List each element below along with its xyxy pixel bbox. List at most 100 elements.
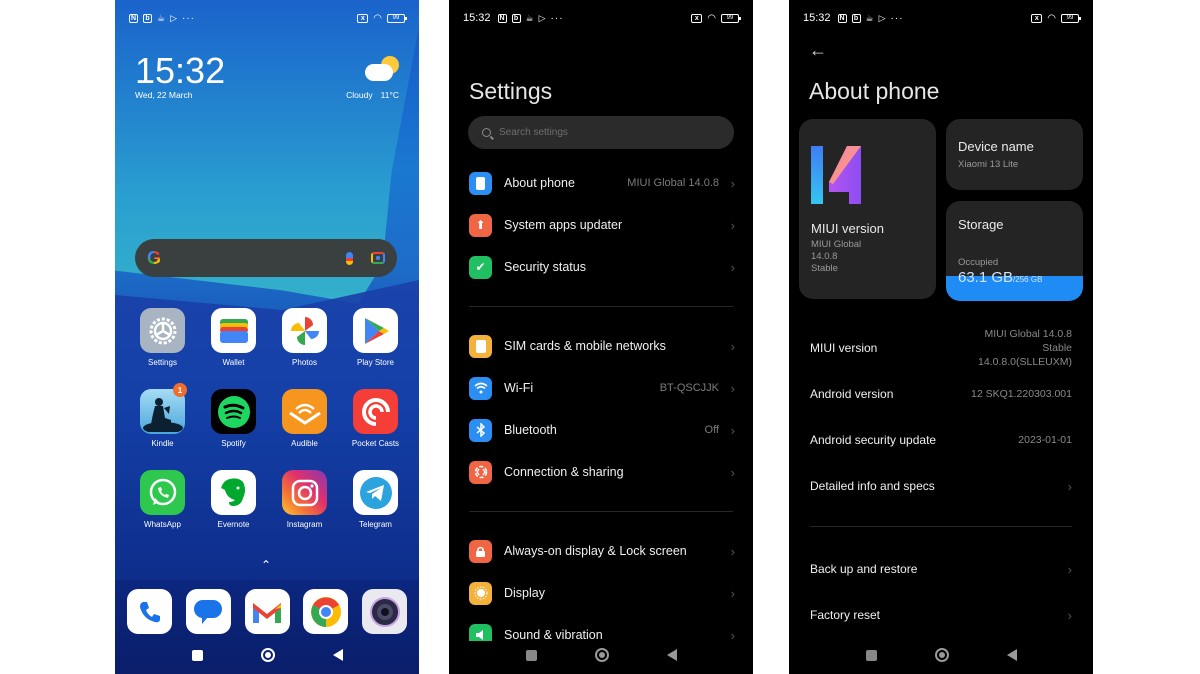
storage-card[interactable]: Storage Occupied 63.1 GB/256 GB: [946, 201, 1083, 301]
settings-item-system-apps-updater[interactable]: ⬆ System apps updater ›: [469, 210, 735, 240]
chevron-right-icon: ›: [730, 543, 735, 559]
app-spotify[interactable]: Spotify: [198, 389, 269, 448]
about-row-factory-reset[interactable]: Factory reset ›: [810, 606, 1072, 624]
battery-icon: 99: [387, 13, 407, 23]
row-label: Android version: [810, 387, 894, 401]
camera-icon[interactable]: [362, 589, 407, 634]
sim-card-icon: [469, 334, 492, 358]
audible-icon: [282, 389, 327, 434]
storage-value: 63.1 GB/256 GB: [958, 269, 1042, 286]
app-play-store[interactable]: Play Store: [340, 308, 411, 367]
about-row-miui-version[interactable]: MIUI version MIUI Global 14.0.8 Stable 1…: [810, 326, 1072, 370]
navigation-bar: [789, 646, 1093, 664]
about-row-detailed-info[interactable]: Detailed info and specs ›: [810, 477, 1072, 495]
weather-widget[interactable]: Cloudy 11°C: [346, 90, 399, 100]
messages-icon[interactable]: [185, 589, 231, 634]
settings-icon: [140, 308, 185, 353]
miui-version-number: 14.0.8: [811, 251, 838, 262]
settings-item-wifi[interactable]: Wi-Fi BT-QSCJJK ›: [469, 373, 735, 403]
app-telegram[interactable]: Telegram: [340, 470, 411, 529]
settings-item-about-phone[interactable]: About phone MIUI Global 14.0.8 ›: [469, 168, 735, 198]
miui-card-lines: MIUI Global 14.0.8 Stable: [811, 239, 861, 275]
recents-button[interactable]: [865, 649, 877, 661]
app-whatsapp[interactable]: WhatsApp: [127, 470, 198, 529]
more-notifications: ···: [182, 12, 195, 24]
settings-item-label: Always-on display & Lock screen: [504, 544, 687, 558]
about-row-security-update[interactable]: Android security update 2023-01-01: [810, 431, 1072, 449]
status-bar: 15:32 N b ☕ ▷ ··· x ◠ 99: [463, 10, 741, 26]
chrome-icon[interactable]: [303, 589, 349, 634]
about-row-backup-restore[interactable]: Back up and restore ›: [810, 560, 1072, 578]
whatsapp-icon: [140, 470, 185, 515]
device-name-card[interactable]: Device name Xiaomi 13 Lite: [946, 119, 1083, 190]
gmail-icon[interactable]: [244, 589, 290, 634]
miui-version-card[interactable]: MIUI version MIUI Global 14.0.8 Stable: [799, 119, 936, 299]
app-label: Play Store: [357, 358, 394, 367]
device-name-value: Xiaomi 13 Lite: [958, 159, 1019, 170]
app-wallet[interactable]: Wallet: [198, 308, 269, 367]
settings-item-always-on-display[interactable]: Always-on display & Lock screen ›: [469, 536, 735, 566]
settings-item-value: BT-QSCJJK: [659, 382, 719, 394]
home-button[interactable]: [594, 648, 609, 662]
play-icon: ▷: [538, 12, 546, 23]
about-row-android-version[interactable]: Android version 12 SKQ1.220303.001: [810, 385, 1072, 403]
home-button[interactable]: [260, 648, 275, 662]
recents-button[interactable]: [525, 649, 537, 661]
app-instagram[interactable]: Instagram: [269, 470, 340, 529]
app-label: Telegram: [359, 520, 392, 529]
page-title: About phone: [809, 78, 940, 104]
app-audible[interactable]: Audible: [269, 389, 340, 448]
cup-icon: ☕: [525, 12, 534, 23]
chevron-right-icon: ›: [1067, 478, 1072, 494]
wifi-icon: ◠: [707, 12, 716, 24]
lock-icon: [469, 539, 492, 563]
settings-item-label: Security status: [504, 260, 586, 274]
google-search-bar[interactable]: G: [135, 239, 397, 277]
app-kindle[interactable]: 1 Kindle: [127, 383, 198, 448]
app-evernote[interactable]: Evernote: [198, 470, 269, 529]
wallet-icon: [211, 308, 256, 353]
back-button[interactable]: [666, 649, 677, 661]
storage-used: 63.1 GB: [958, 269, 1014, 286]
battery-icon: 99: [1061, 13, 1081, 23]
chevron-right-icon: ›: [1067, 561, 1072, 577]
settings-screen: 15:32 N b ☕ ▷ ··· x ◠ 99 Settings About …: [449, 0, 753, 674]
back-button[interactable]: [1006, 649, 1017, 661]
clock-widget[interactable]: 15:32: [135, 50, 225, 92]
row-value-line: Stable: [1042, 342, 1072, 354]
settings-item-label: Sound & vibration: [504, 628, 603, 642]
settings-item-display[interactable]: Display ›: [469, 578, 735, 608]
back-button[interactable]: [332, 649, 343, 661]
storage-label: Occupied: [958, 257, 999, 268]
settings-item-label: About phone: [504, 176, 575, 190]
phone-icon[interactable]: [127, 589, 172, 634]
home-screen: N b ☕ ▷ ··· x ◠ 99 15:32 Wed, 22 March C…: [115, 0, 419, 674]
google-lens-icon[interactable]: [371, 252, 385, 264]
mic-icon[interactable]: [346, 251, 353, 265]
back-arrow-icon[interactable]: ←: [809, 40, 827, 61]
app-drawer-chevron-up-icon[interactable]: ⌃: [261, 558, 271, 572]
b-icon: b: [851, 13, 861, 23]
chevron-right-icon: ›: [730, 338, 735, 354]
recents-button[interactable]: [191, 649, 203, 661]
row-label: Android security update: [810, 433, 937, 447]
cloudy-weather-icon[interactable]: [365, 56, 399, 84]
row-value: 12 SKQ1.220303.001: [970, 388, 1072, 400]
settings-item-value: Off: [704, 424, 719, 436]
status-time: 15:32: [803, 12, 831, 24]
settings-item-bluetooth[interactable]: Bluetooth Off ›: [469, 415, 735, 445]
section-divider: [469, 306, 733, 307]
search-settings-field[interactable]: [468, 116, 734, 149]
app-label: Kindle: [151, 439, 174, 448]
settings-item-sim-cards[interactable]: SIM cards & mobile networks ›: [469, 331, 735, 361]
app-pocket-casts[interactable]: Pocket Casts: [340, 389, 411, 448]
search-input[interactable]: [499, 127, 699, 138]
wifi-icon: ◠: [373, 12, 382, 24]
home-button[interactable]: [934, 648, 949, 662]
settings-item-connection-sharing[interactable]: Connection & sharing ›: [469, 457, 735, 487]
app-label: Pocket Casts: [351, 439, 400, 448]
app-photos[interactable]: Photos: [269, 308, 340, 367]
settings-item-security-status[interactable]: ✔ Security status ›: [469, 252, 735, 282]
storage-total: /256 GB: [1013, 275, 1043, 284]
app-settings[interactable]: Settings: [127, 308, 198, 367]
